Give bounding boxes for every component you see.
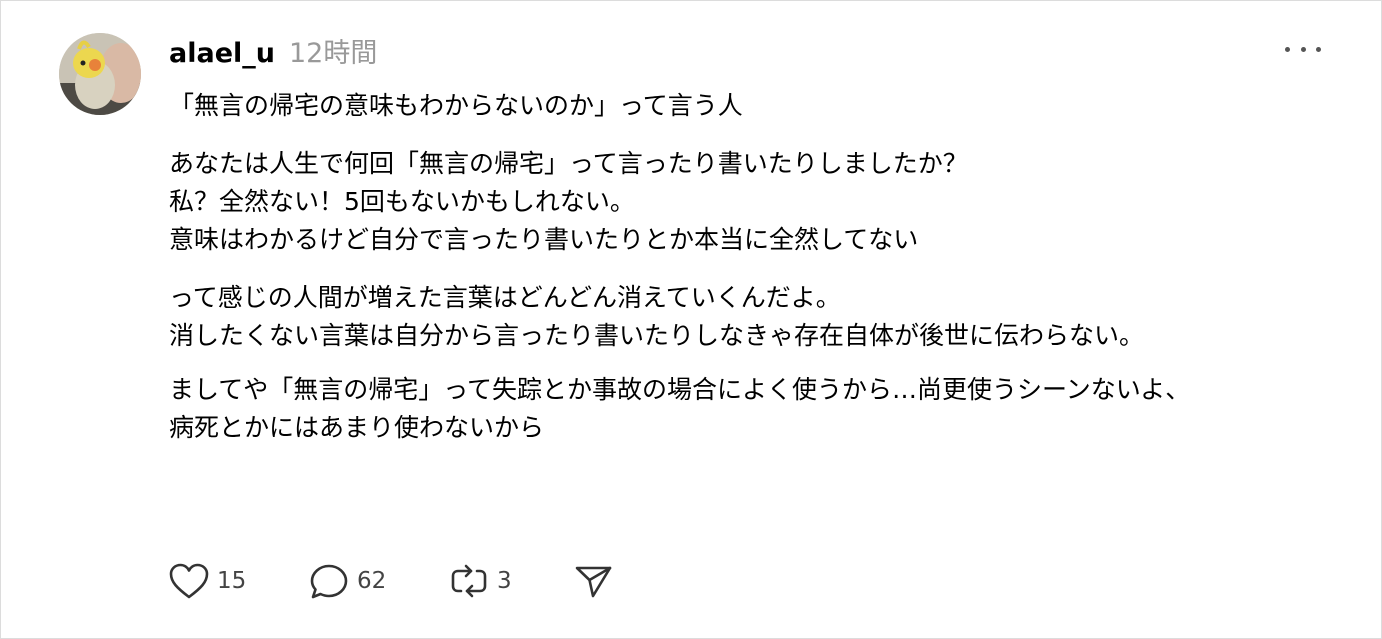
- repost-icon: [447, 561, 491, 601]
- repost-button[interactable]: 3: [447, 561, 571, 601]
- post-header: alael_u 12時間: [169, 31, 377, 71]
- reply-button[interactable]: 62: [307, 561, 447, 601]
- post-body: 「無言の帰宅の意味もわからないのか」って言う人 あなたは人生で何回「無言の帰宅」…: [169, 87, 1359, 447]
- post-text-line: って感じの人間が増えた言葉はどんどん消えていくんだよ。: [169, 283, 841, 312]
- more-horizontal-icon[interactable]: [1285, 37, 1321, 61]
- reply-count: 62: [357, 568, 387, 594]
- comment-bubble-icon: [307, 561, 351, 601]
- post-text-line: 意味はわかるけど自分で言ったり書いたりとか本当に全然してない: [169, 225, 919, 254]
- more-dot: [1316, 46, 1321, 52]
- post-text-line: 私？全然ない！5回もないかもしれない。: [169, 187, 635, 216]
- post-text-line: 病死とかにはあまり使わないから: [169, 413, 545, 442]
- more-dot: [1285, 46, 1290, 52]
- like-count: 15: [217, 568, 247, 594]
- like-button[interactable]: 15: [167, 561, 307, 601]
- share-button[interactable]: [571, 561, 615, 601]
- avatar[interactable]: [59, 33, 141, 115]
- post-text-line: ましてや「無言の帰宅」って失踪とか事故の場合によく使うから…尚更使うシーンないよ…: [169, 375, 1191, 404]
- more-dot: [1300, 46, 1306, 52]
- send-icon: [571, 561, 615, 601]
- post-text-line: あなたは人生で何回「無言の帰宅」って言ったり書いたりしましたか？: [169, 149, 968, 178]
- repost-count: 3: [497, 568, 512, 594]
- timestamp[interactable]: 12時間: [289, 31, 377, 70]
- heart-icon: [167, 561, 211, 601]
- username[interactable]: alael_u: [169, 38, 275, 69]
- post-text-line: 「無言の帰宅の意味もわからないのか」って言う人: [169, 91, 743, 120]
- post-actions: 15 62 3: [167, 559, 615, 603]
- post-text-line: 消したくない言葉は自分から言ったり書いたりしなきゃ存在自体が後世に伝わらない。: [169, 321, 1145, 350]
- post-card: alael_u 12時間 「無言の帰宅の意味もわからないのか」って言う人 あなた…: [0, 0, 1382, 639]
